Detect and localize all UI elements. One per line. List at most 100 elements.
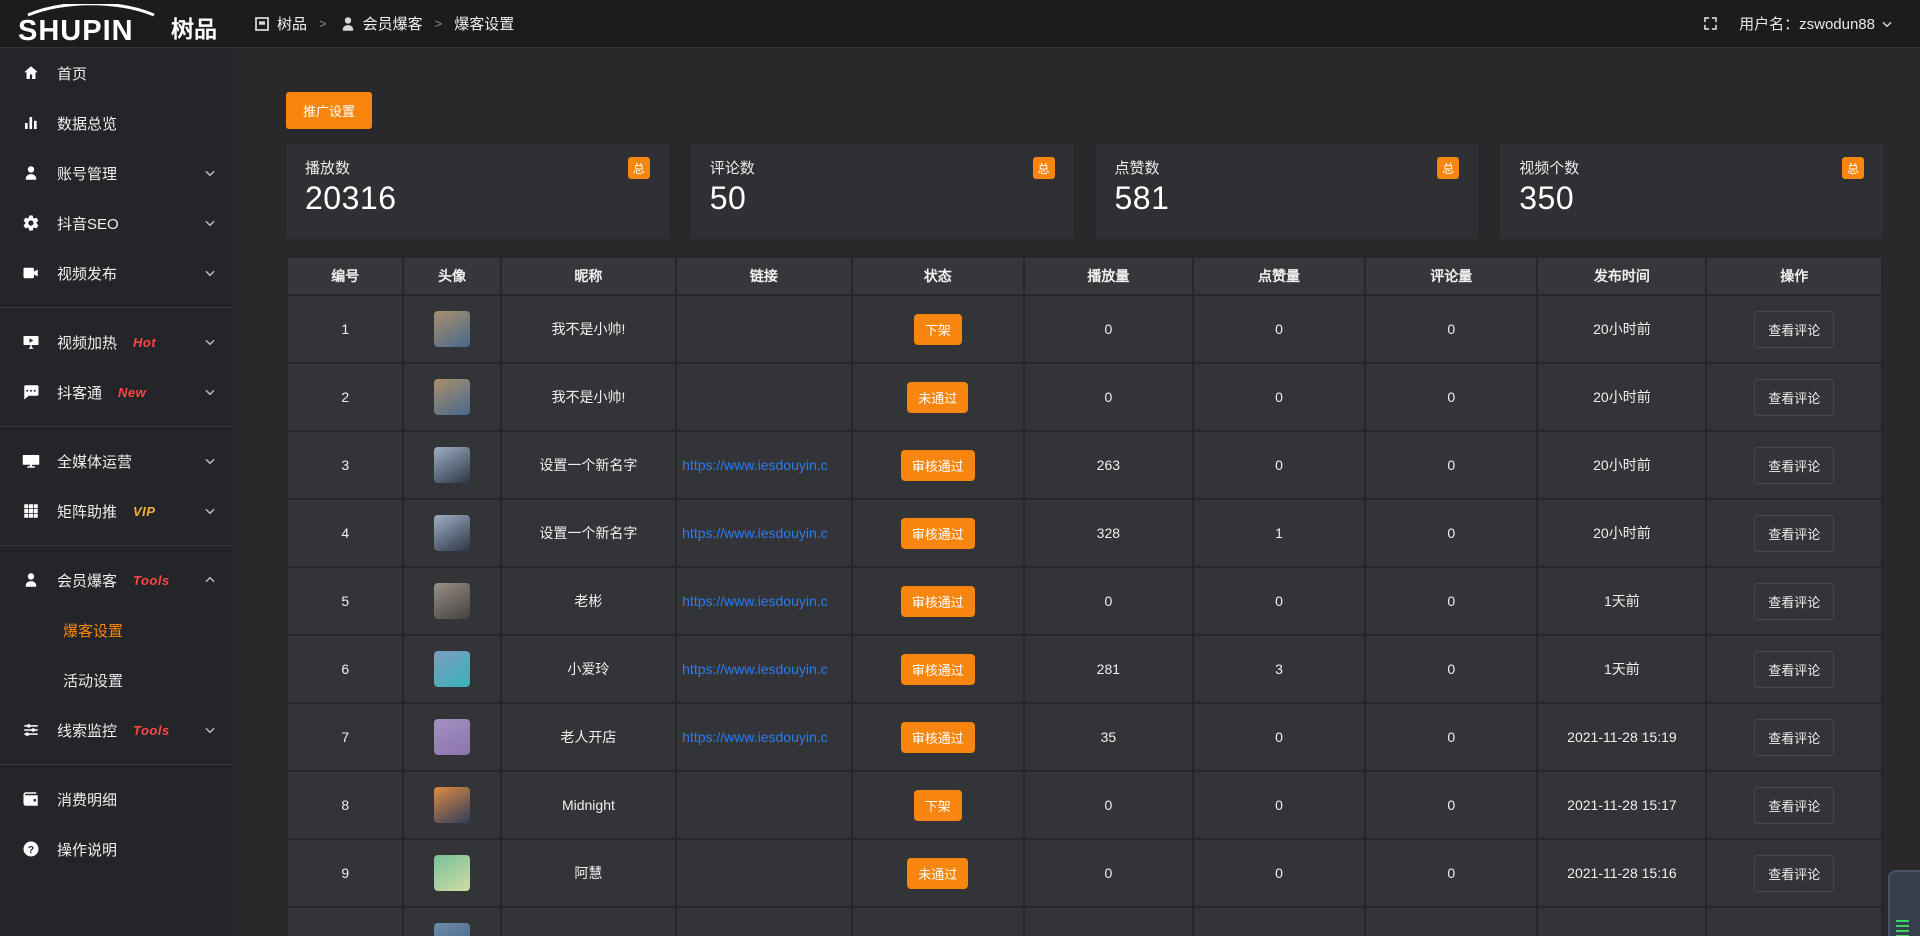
sidebar-item-首页[interactable]: 首页 — [0, 48, 233, 98]
sidebar-divider — [0, 307, 233, 308]
sidebar-item-抖音SEO[interactable]: 抖音SEO — [0, 198, 233, 248]
sidebar-item-label: 抖客通 — [57, 382, 102, 403]
breadcrumb-item[interactable]: 树品 — [253, 13, 307, 34]
video-link[interactable]: https://www.iesdouyin.c — [678, 593, 849, 609]
chevron-down-icon — [203, 385, 217, 399]
sidebar-subitem-label: 爆客设置 — [63, 620, 123, 641]
chevron-down-icon — [203, 454, 217, 468]
status-badge: 审核通过 — [901, 722, 975, 753]
cell-plays: 0 — [1024, 295, 1193, 363]
view-comments-button[interactable]: 查看评论 — [1754, 787, 1834, 824]
video-link[interactable]: https://www.iesdouyin.c — [678, 457, 849, 473]
view-comments-button[interactable]: 查看评论 — [1754, 311, 1834, 348]
breadcrumb-separator: > — [319, 16, 327, 31]
cell-plays — [1024, 907, 1193, 936]
sidebar-item-label: 账号管理 — [57, 163, 117, 184]
sidebar-item-视频加热[interactable]: 视频加热Hot — [0, 317, 233, 367]
view-comments-button[interactable]: 查看评论 — [1754, 515, 1834, 552]
sidebar-item-消费明细[interactable]: 消费明细 — [0, 774, 233, 824]
video-icon — [22, 264, 42, 282]
total-badge: 总 — [628, 157, 650, 179]
stat-card: 视频个数总350 — [1500, 144, 1883, 239]
view-comments-button[interactable]: 查看评论 — [1754, 583, 1834, 620]
app: { "brand": { "logo_en": "SHUPIN", "logo_… — [0, 0, 1920, 936]
sidebar-item-抖客通[interactable]: 抖客通New — [0, 367, 233, 417]
view-comments-button[interactable]: 查看评论 — [1754, 447, 1834, 484]
stat-value: 581 — [1115, 180, 1460, 217]
video-link[interactable]: https://www.iesdouyin.c — [678, 729, 849, 745]
bar-chart-icon — [22, 114, 42, 132]
stat-card-head: 视频个数总 — [1519, 157, 1864, 179]
view-comments-button[interactable]: 查看评论 — [1754, 651, 1834, 688]
chevron-down-icon — [203, 216, 217, 230]
cell-action: 查看评论 — [1706, 567, 1882, 635]
grid-icon — [22, 502, 42, 520]
sidebar-item-数据总览[interactable]: 数据总览 — [0, 98, 233, 148]
sidebar-item-label: 会员爆客 — [57, 570, 117, 591]
floating-widget[interactable] — [1888, 870, 1920, 936]
sidebar-item-操作说明[interactable]: ?操作说明 — [0, 824, 233, 874]
sidebar-subitem-活动设置[interactable]: 活动设置 — [0, 655, 233, 705]
cell-likes: 0 — [1193, 839, 1365, 907]
column-header: 链接 — [676, 257, 851, 295]
view-comments-button[interactable]: 查看评论 — [1754, 855, 1834, 892]
wallet-icon — [22, 790, 42, 808]
sidebar-item-线索监控[interactable]: 线索监控Tools — [0, 705, 233, 755]
column-header: 操作 — [1706, 257, 1882, 295]
cell-publish-time: 20小时前 — [1537, 295, 1706, 363]
breadcrumb-item[interactable]: 爆客设置 — [454, 13, 514, 34]
cell-action — [1706, 907, 1882, 936]
sidebar-item-label: 线索监控 — [57, 720, 117, 741]
status-badge: 审核通过 — [901, 586, 975, 617]
brand-logo-en: SHUPIN — [18, 15, 134, 44]
sidebar-item-矩阵助推[interactable]: 矩阵助推VIP — [0, 486, 233, 536]
chat-icon — [22, 383, 42, 401]
cell-status: 审核通过 — [852, 703, 1024, 771]
view-comments-button[interactable]: 查看评论 — [1754, 379, 1834, 416]
user-menu[interactable]: 用户名：zswodun88 — [1739, 13, 1894, 34]
view-comments-button[interactable]: 查看评论 — [1754, 719, 1834, 756]
table-row: 7老人开店https://www.iesdouyin.c审核通过35002021… — [287, 703, 1882, 771]
sidebar-item-全媒体运营[interactable]: 全媒体运营 — [0, 436, 233, 486]
cell-nickname: 我不是小帅! — [501, 363, 676, 431]
cell-action: 查看评论 — [1706, 431, 1882, 499]
chevron-down-icon — [1880, 17, 1894, 31]
sidebar-divider — [0, 545, 233, 546]
stat-card: 评论数总50 — [691, 144, 1074, 239]
cell-comments: 0 — [1365, 363, 1537, 431]
promo-settings-button[interactable]: 推广设置 — [286, 92, 372, 129]
cell-id: 2 — [287, 363, 403, 431]
status-badge: 下架 — [914, 790, 962, 821]
cell-likes: 1 — [1193, 499, 1365, 567]
sidebar-item-会员爆客[interactable]: 会员爆客Tools — [0, 555, 233, 605]
cell-publish-time: 1天前 — [1537, 567, 1706, 635]
cell-status: 审核通过 — [852, 499, 1024, 567]
topbar-right: 用户名：zswodun88 — [1702, 13, 1920, 34]
sidebar-item-账号管理[interactable]: 账号管理 — [0, 148, 233, 198]
stat-label: 播放数 — [305, 157, 350, 178]
chevron-down-icon — [203, 166, 217, 180]
cell-link — [676, 907, 851, 936]
cell-link: https://www.iesdouyin.c — [676, 567, 851, 635]
cell-nickname: 小爱玲 — [501, 635, 676, 703]
avatar — [434, 923, 470, 936]
cell-action: 查看评论 — [1706, 703, 1882, 771]
table-row: 4设置一个新名字https://www.iesdouyin.c审核通过32810… — [287, 499, 1882, 567]
video-link[interactable]: https://www.iesdouyin.c — [678, 525, 849, 541]
breadcrumb-item[interactable]: 会员爆客 — [339, 13, 423, 34]
sidebar-subitem-爆客设置[interactable]: 爆客设置 — [0, 605, 233, 655]
status-badge: 未通过 — [907, 858, 968, 889]
column-header: 点赞量 — [1193, 257, 1365, 295]
sidebar-item-label: 消费明细 — [57, 789, 117, 810]
avatar — [434, 379, 470, 415]
stat-label: 点赞数 — [1115, 157, 1160, 178]
stat-card-head: 播放数 总 — [305, 157, 650, 179]
sidebar-item-视频发布[interactable]: 视频发布 — [0, 248, 233, 298]
question-icon: ? — [22, 840, 42, 858]
cell-likes: 0 — [1193, 771, 1365, 839]
cell-plays: 328 — [1024, 499, 1193, 567]
fullscreen-icon[interactable] — [1702, 15, 1719, 32]
video-link[interactable]: https://www.iesdouyin.c — [678, 661, 849, 677]
cell-status — [852, 907, 1024, 936]
cell-id: 6 — [287, 635, 403, 703]
